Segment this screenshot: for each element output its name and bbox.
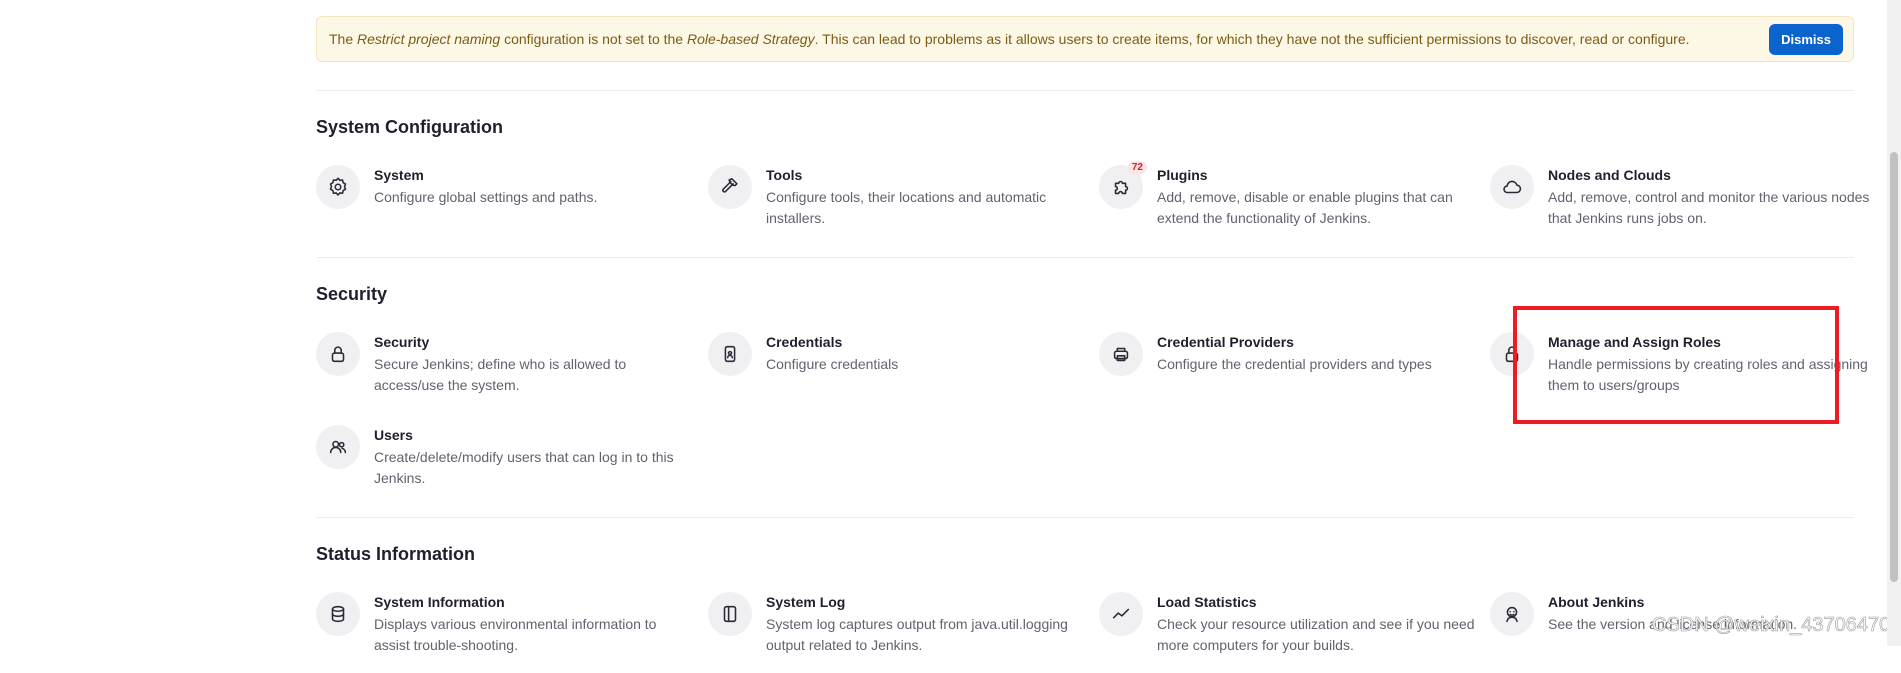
item-credential-providers[interactable]: Credential Providers Configure the crede… — [1099, 332, 1479, 413]
section-title-security: Security — [316, 284, 388, 304]
item-plugins[interactable]: 72 Plugins Add, remove, disable or enabl… — [1099, 161, 1479, 246]
item-description: Check your resource utilization and see … — [1157, 616, 1475, 653]
item-load-statistics[interactable]: Load Statistics Check your resource util… — [1099, 592, 1479, 673]
item-system[interactable]: System Configure global settings and pat… — [316, 165, 696, 246]
item-title: Credentials — [766, 334, 843, 350]
cloud-icon — [1490, 165, 1534, 209]
role-strategy-warning-banner: The Restrict project naming configuratio… — [316, 16, 1854, 62]
item-title: System — [374, 167, 424, 183]
gear-icon — [316, 165, 360, 209]
section-title-status-information: Status Information — [316, 544, 476, 564]
hammer-icon — [708, 165, 752, 209]
item-credentials[interactable]: Credentials Configure credentials — [708, 332, 1088, 413]
item-users[interactable]: Users Create/delete/modify users that ca… — [316, 425, 696, 506]
jenkins-icon — [1490, 592, 1534, 636]
item-system-information[interactable]: System Information Displays various envi… — [316, 592, 696, 673]
divider — [316, 90, 1854, 91]
item-tools[interactable]: Tools Configure tools, their locations a… — [708, 165, 1088, 246]
item-description: Configure the credential providers and t… — [1157, 356, 1432, 372]
item-title: Manage and Assign Roles — [1548, 334, 1721, 350]
item-title: Tools — [766, 167, 803, 183]
users-icon — [316, 425, 360, 469]
vertical-scrollbar[interactable] — [1887, 0, 1901, 646]
credential-providers-icon — [1099, 332, 1143, 376]
item-description: Handle permissions by creating roles and… — [1548, 356, 1868, 393]
item-security[interactable]: Security Secure Jenkins; define who is a… — [316, 332, 696, 413]
item-description: Displays various environmental informati… — [374, 616, 657, 653]
item-description: Configure tools, their locations and aut… — [766, 189, 1047, 226]
divider — [316, 257, 1854, 258]
item-title: Users — [374, 427, 413, 443]
item-description: System log captures output from java.uti… — [766, 616, 1068, 653]
watermark: CSDN @weixin_43706470 — [1652, 614, 1891, 637]
item-description: Configure credentials — [766, 356, 899, 372]
item-title: Security — [374, 334, 430, 350]
item-title: System Information — [374, 594, 505, 610]
item-description: Add, remove, disable or enable plugins t… — [1157, 189, 1453, 226]
item-description: Configure global settings and paths. — [374, 189, 598, 205]
warning-message: The Restrict project naming configuratio… — [329, 31, 1690, 47]
item-title: Credential Providers — [1157, 334, 1294, 350]
lock-icon — [1490, 332, 1534, 376]
log-icon — [708, 592, 752, 636]
plugin-updates-badge: 72 — [1127, 161, 1147, 174]
database-icon — [316, 592, 360, 636]
chart-line-icon — [1099, 592, 1143, 636]
item-title: Plugins — [1157, 167, 1208, 183]
item-description: Secure Jenkins; define who is allowed to… — [374, 356, 627, 393]
credentials-icon — [708, 332, 752, 376]
item-nodes-and-clouds[interactable]: Nodes and Clouds Add, remove, control an… — [1490, 165, 1870, 246]
item-system-log[interactable]: System Log System log captures output fr… — [708, 592, 1088, 673]
puzzle-icon: 72 — [1099, 161, 1147, 209]
item-description: Create/delete/modify users that can log … — [374, 449, 674, 486]
item-title: System Log — [766, 594, 846, 610]
dismiss-button[interactable]: Dismiss — [1769, 23, 1843, 55]
item-manage-and-assign-roles[interactable]: Manage and Assign Roles Handle permissio… — [1490, 332, 1870, 413]
section-title-system-configuration: System Configuration — [316, 117, 504, 137]
item-title: Load Statistics — [1157, 594, 1257, 610]
lock-icon — [316, 332, 360, 376]
scrollbar-thumb[interactable] — [1890, 152, 1898, 582]
divider — [316, 517, 1854, 518]
item-description: Add, remove, control and monitor the var… — [1548, 189, 1870, 226]
item-title: Nodes and Clouds — [1548, 167, 1671, 183]
item-title: About Jenkins — [1548, 594, 1645, 610]
